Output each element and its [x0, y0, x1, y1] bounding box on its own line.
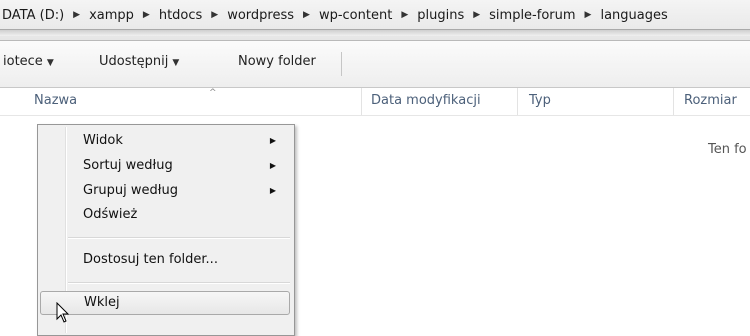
chevron-right-icon[interactable]: ▶	[66, 10, 87, 20]
column-divider[interactable]	[673, 88, 674, 115]
sort-ascending-icon: ^	[209, 88, 217, 98]
column-header-modified[interactable]: Data modyfikacji	[371, 93, 481, 108]
triangle-down-icon: ▼	[172, 58, 180, 68]
column-header-name[interactable]: Nazwa	[34, 93, 77, 108]
column-header-type[interactable]: Typ	[529, 93, 551, 108]
menu-item-refresh-label: Odśwież	[83, 207, 138, 222]
chevron-right-icon[interactable]: ▶	[466, 10, 487, 20]
toolbar-divider	[341, 52, 342, 76]
column-header-size[interactable]: Rozmiar	[684, 93, 737, 108]
menu-item-view[interactable]: Widok ▶	[40, 129, 290, 153]
menu-item-sort-by-label: Sortuj według	[83, 158, 173, 173]
menu-separator	[68, 282, 290, 284]
menu-item-view-label: Widok	[83, 133, 123, 148]
menu-separator	[68, 237, 290, 239]
command-toolbar: iotece ▼ Udostępnij ▼ Nowy folder	[0, 41, 750, 88]
submenu-arrow-icon: ▶	[269, 136, 276, 145]
library-button-label: iotece	[3, 54, 43, 69]
column-divider[interactable]	[517, 88, 518, 115]
library-button[interactable]: iotece ▼	[3, 54, 54, 69]
new-folder-button-label: Nowy folder	[238, 54, 316, 69]
chevron-right-icon[interactable]: ▶	[296, 10, 317, 20]
breadcrumb-item-htdocs[interactable]: htdocs	[157, 8, 204, 23]
triangle-down-icon: ▼	[46, 58, 54, 68]
menu-item-customize-folder-label: Dostosuj ten folder...	[83, 252, 218, 267]
context-menu: Widok ▶ Sortuj według ▶ Grupuj według ▶ …	[37, 124, 295, 336]
menu-item-paste-label: Wklej	[84, 295, 120, 310]
new-folder-button[interactable]: Nowy folder	[238, 54, 316, 69]
menu-item-group-by[interactable]: Grupuj według ▶	[40, 179, 290, 203]
menu-item-paste[interactable]: Wklej	[40, 291, 290, 315]
submenu-arrow-icon: ▶	[269, 161, 276, 170]
chevron-right-icon[interactable]: ▶	[204, 10, 225, 20]
menu-item-refresh[interactable]: Odśwież	[40, 203, 290, 227]
column-divider[interactable]	[361, 88, 362, 115]
chevron-right-icon[interactable]: ▶	[136, 10, 157, 20]
menu-item-customize-folder[interactable]: Dostosuj ten folder...	[40, 248, 290, 272]
menu-item-sort-by[interactable]: Sortuj według ▶	[40, 154, 290, 178]
breadcrumb-item-wordpress[interactable]: wordpress	[225, 8, 296, 23]
empty-folder-message: Ten fo	[708, 142, 747, 157]
breadcrumb-item-drive[interactable]: DATA (D:)	[0, 8, 66, 23]
submenu-arrow-icon: ▶	[269, 186, 276, 195]
address-bar[interactable]: DATA (D:) ▶ xampp ▶ htdocs ▶ wordpress ▶…	[0, 0, 750, 41]
share-button[interactable]: Udostępnij ▼	[99, 54, 179, 69]
menu-item-group-by-label: Grupuj według	[83, 183, 178, 198]
address-bar-edge	[0, 29, 750, 36]
share-button-label: Udostępnij	[99, 54, 169, 69]
breadcrumb-item-simple-forum[interactable]: simple-forum	[487, 8, 577, 23]
column-headers: ^ Nazwa Data modyfikacji Typ Rozmiar	[0, 88, 750, 116]
breadcrumb: DATA (D:) ▶ xampp ▶ htdocs ▶ wordpress ▶…	[0, 3, 670, 27]
chevron-right-icon[interactable]: ▶	[394, 10, 415, 20]
breadcrumb-item-languages[interactable]: languages	[598, 8, 669, 23]
breadcrumb-item-xampp[interactable]: xampp	[87, 8, 136, 23]
breadcrumb-item-wp-content[interactable]: wp-content	[317, 8, 394, 23]
breadcrumb-item-plugins[interactable]: plugins	[415, 8, 466, 23]
chevron-right-icon[interactable]: ▶	[578, 10, 599, 20]
